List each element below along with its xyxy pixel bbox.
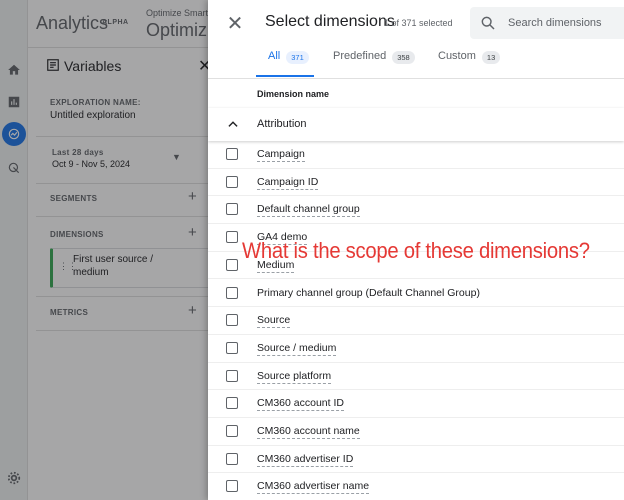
dimension-checkbox[interactable] xyxy=(226,286,238,299)
tab-count-badge: 358 xyxy=(392,51,415,64)
annotation-text: What is the scope of these dimensions? xyxy=(242,238,590,263)
close-icon[interactable]: ✕ xyxy=(224,12,246,35)
dimension-row[interactable]: Primary channel group (Default Channel G… xyxy=(208,280,624,308)
tab-label: Custom xyxy=(438,50,476,62)
group-row-attribution[interactable]: Attribution xyxy=(208,108,624,141)
dialog-title: Select dimensions xyxy=(265,13,395,30)
dimension-checkbox[interactable] xyxy=(226,397,238,410)
tab-predefined[interactable]: Predefined 358 xyxy=(333,50,415,78)
dimension-row[interactable]: Campaign xyxy=(208,141,624,169)
column-header: Dimension name xyxy=(257,89,330,99)
dimension-checkbox[interactable] xyxy=(226,425,238,437)
dimension-name: Campaign xyxy=(257,148,305,162)
dimension-name: CM360 advertiser name xyxy=(257,480,370,495)
dimension-checkbox[interactable] xyxy=(226,341,238,354)
dimension-name: Primary channel group (Default Channel G… xyxy=(257,286,480,299)
active-tab-indicator xyxy=(256,75,314,77)
tab-count-badge: 371 xyxy=(286,51,309,64)
dimension-checkbox[interactable] xyxy=(226,148,238,160)
dimension-checkbox[interactable] xyxy=(226,175,238,188)
dimension-name: CM360 account name xyxy=(257,425,360,439)
dimension-checkbox[interactable] xyxy=(226,480,238,493)
dimension-checkbox[interactable] xyxy=(226,203,238,216)
dimension-checkbox[interactable] xyxy=(226,452,238,465)
dimension-checkbox[interactable] xyxy=(226,231,238,244)
search-box[interactable] xyxy=(470,7,624,39)
dimension-row[interactable]: CM360 advertiser name xyxy=(208,473,624,500)
tab-label: All xyxy=(268,50,281,62)
tab-all[interactable]: All 371 xyxy=(268,50,309,78)
dimension-name: Source platform xyxy=(257,369,332,384)
dimension-row[interactable]: CM360 account ID xyxy=(208,390,624,418)
dimension-checkbox[interactable] xyxy=(226,369,238,382)
selection-count: 1 of 371 selected xyxy=(384,18,453,28)
dimension-row[interactable]: Source / medium xyxy=(208,335,624,363)
dimension-row[interactable]: Default channel group xyxy=(208,196,624,225)
search-input[interactable] xyxy=(508,15,620,31)
divider xyxy=(208,78,624,79)
modal-scrim[interactable] xyxy=(0,0,208,500)
group-label: Attribution xyxy=(257,118,307,130)
dimension-row[interactable]: CM360 advertiser ID xyxy=(208,446,624,474)
tab-label: Predefined xyxy=(333,50,387,62)
dimension-row[interactable]: Source platform xyxy=(208,363,624,391)
dimension-checkbox[interactable] xyxy=(226,258,238,271)
dimension-name: CM360 advertiser ID xyxy=(257,452,354,467)
tab-custom[interactable]: Custom 13 xyxy=(438,50,501,78)
chevron-up-icon[interactable] xyxy=(226,117,240,131)
search-icon xyxy=(481,16,495,30)
dimension-name: CM360 account ID xyxy=(257,397,344,412)
tab-count-badge: 13 xyxy=(481,51,501,64)
dimension-row[interactable]: Source xyxy=(208,307,624,335)
dimension-name: Campaign ID xyxy=(257,175,319,190)
dimension-row[interactable]: CM360 account name xyxy=(208,418,624,446)
dimension-checkbox[interactable] xyxy=(226,314,238,327)
dimension-name: Source xyxy=(257,314,291,329)
dimension-name: Source / medium xyxy=(257,341,337,356)
dimension-name: Default channel group xyxy=(257,203,360,218)
dimension-row[interactable]: Campaign ID xyxy=(208,169,624,197)
